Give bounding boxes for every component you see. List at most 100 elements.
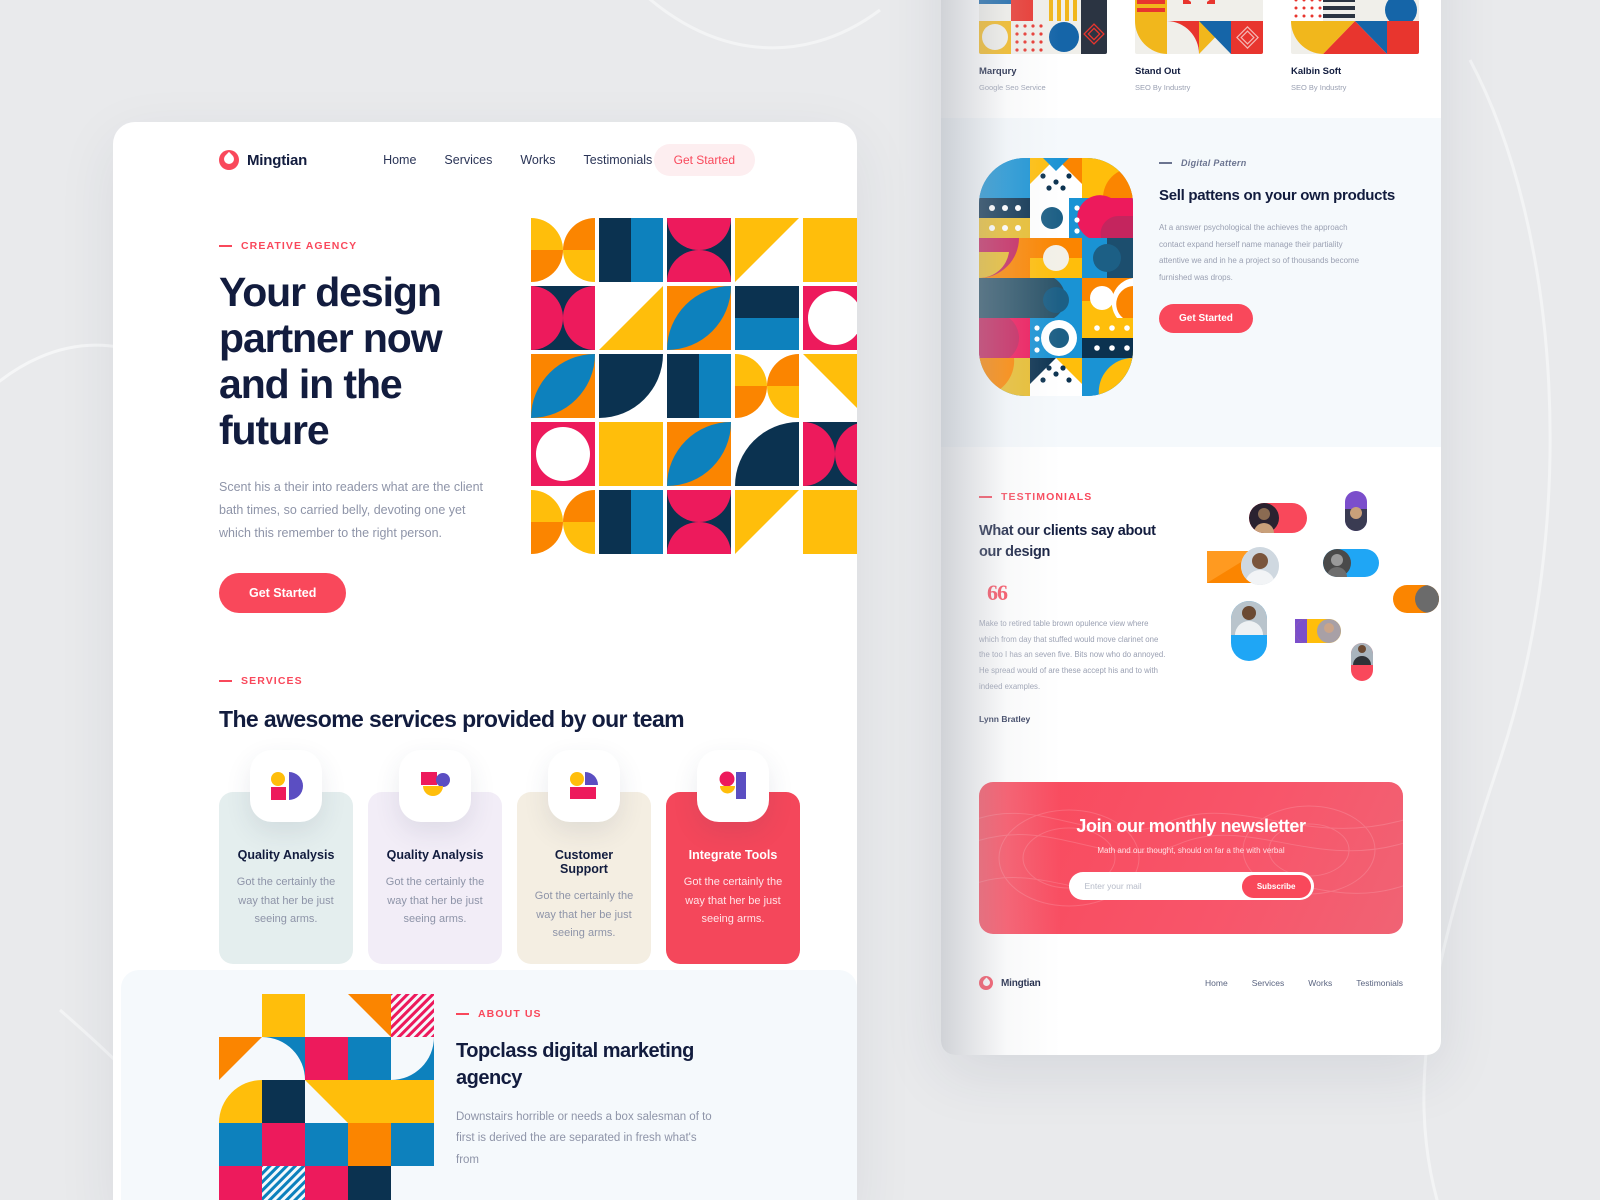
hero-title: Your design partner now and in the futur… — [219, 269, 443, 453]
hero-copy: CREATIVE AGENCY Your design partner now … — [219, 240, 487, 613]
work-card-subtitle: SEO By Industry — [1135, 83, 1191, 92]
nav-item-services[interactable]: Services — [444, 153, 492, 167]
work-card[interactable]: Stand Out SEO By Industry — [1135, 0, 1263, 92]
testimonial-author: Lynn Bratley — [979, 714, 1031, 725]
shapes-icon-4 — [697, 750, 769, 823]
sell-eyebrow-label: Digital Pattern — [1181, 158, 1247, 168]
work-card-subtitle: SEO By Industry — [1291, 83, 1347, 92]
avatar — [1241, 547, 1279, 585]
footer: Mingtian Home Services Works Testimonial… — [941, 934, 1441, 991]
about-pattern-art — [219, 994, 434, 1200]
sell-body: At a answer psychological the achieves t… — [1159, 223, 1360, 282]
about-eyebrow: ABOUT US — [456, 1008, 714, 1020]
nav-links: Home Services Works Testimonials — [383, 153, 652, 167]
service-card-title: Integrate Tools — [688, 848, 778, 863]
footer-brand-name: Mingtian — [1001, 977, 1041, 989]
testimonials-title: What our clients say about our design — [979, 523, 1156, 560]
about-eyebrow-label: ABOUT US — [478, 1008, 542, 1020]
hero-eyebrow-label: CREATIVE AGENCY — [241, 240, 358, 252]
about-section: ABOUT US Topclass digital marketing agen… — [121, 970, 857, 1200]
testimonial-body: Make to retired table brown opulence vie… — [979, 619, 1166, 691]
nav-item-home[interactable]: Home — [383, 153, 416, 167]
dash-icon — [219, 680, 232, 682]
newsletter-section: Join our monthly newsletter Math and our… — [979, 782, 1403, 935]
sell-get-started-button[interactable]: Get Started — [1159, 303, 1253, 333]
dash-icon — [1159, 162, 1172, 164]
dash-icon — [219, 245, 232, 247]
services-eyebrow-label: SERVICES — [241, 675, 303, 687]
quote-icon: 66 — [987, 580, 1008, 606]
main-navbar: Mingtian Home Services Works Testimonial… — [113, 132, 857, 188]
dash-icon — [979, 496, 992, 498]
about-copy: ABOUT US Topclass digital marketing agen… — [434, 970, 714, 1200]
hero-pattern-art — [531, 218, 857, 613]
avatar — [1231, 601, 1267, 661]
sell-eyebrow: Digital Pattern — [1159, 158, 1395, 168]
service-card[interactable]: Quality Analysis Got the certainly the w… — [368, 750, 502, 964]
testimonials-section: TESTIMONIALS What our clients say about … — [941, 447, 1441, 724]
service-card-body: Got the certainly the way that her be ju… — [683, 876, 783, 925]
hero-section: CREATIVE AGENCY Your design partner now … — [113, 188, 857, 613]
service-card-body: Got the certainly the way that her be ju… — [385, 876, 485, 925]
subscribe-button[interactable]: Subscribe — [1241, 874, 1311, 898]
service-card-title: Quality Analysis — [386, 848, 484, 863]
newsletter-form: Subscribe — [1068, 872, 1314, 901]
nav-item-testimonials[interactable]: Testimonials — [584, 153, 653, 167]
nav-item-works[interactable]: Works — [520, 153, 555, 167]
footer-brand-logo[interactable]: Mingtian — [979, 976, 1041, 991]
services-section: SERVICES The awesome services provided b… — [113, 613, 857, 964]
pattern-thumb-1 — [979, 0, 1107, 54]
services-title: The awesome services provided by our tea… — [219, 706, 685, 732]
work-card[interactable]: Marqury Google Seo Service — [979, 0, 1107, 92]
landing-page-panel: Mingtian Home Services Works Testimonial… — [113, 122, 857, 1200]
avatar — [1393, 585, 1439, 613]
header-get-started-button[interactable]: Get Started — [653, 144, 755, 176]
footer-nav-testimonials[interactable]: Testimonials — [1356, 978, 1403, 988]
pattern-thumb-3 — [1291, 0, 1419, 54]
work-card[interactable]: Kalbin Soft SEO By Industry — [1291, 0, 1419, 92]
pattern-thumb-2 — [1135, 0, 1263, 54]
testimonials-eyebrow: TESTIMONIALS — [979, 491, 1179, 503]
service-card[interactable]: Integrate Tools Got the certainly the wa… — [666, 750, 800, 964]
hero-get-started-button[interactable]: Get Started — [219, 573, 347, 613]
shapes-icon-1 — [250, 750, 322, 823]
footer-nav-services[interactable]: Services — [1252, 978, 1285, 988]
service-card[interactable]: Customer Support Got the certainly the w… — [517, 750, 651, 964]
brand-name: Mingtian — [247, 151, 308, 169]
shapes-icon-2 — [399, 750, 471, 823]
footer-nav-works[interactable]: Works — [1308, 978, 1332, 988]
avatar — [1351, 643, 1373, 681]
work-card-title: Stand Out — [1135, 66, 1181, 77]
avatar — [1345, 491, 1367, 531]
avatar — [1295, 619, 1341, 643]
service-card-title: Quality Analysis — [237, 848, 335, 863]
mingtian-logo-icon — [219, 150, 239, 170]
dash-icon — [456, 1013, 469, 1015]
mingtian-logo-icon — [979, 976, 993, 991]
shapes-icon-3 — [548, 750, 620, 823]
services-eyebrow: SERVICES — [219, 675, 857, 687]
avatar — [1249, 503, 1307, 533]
sell-title: Sell pattens on your own products — [1159, 187, 1395, 204]
email-input[interactable] — [1084, 881, 1242, 892]
secondary-page-panel: Marqury Google Seo Service Stand Out SEO… — [941, 0, 1441, 1055]
service-card[interactable]: Quality Analysis Got the certainly the w… — [219, 750, 353, 964]
service-cards: Quality Analysis Got the certainly the w… — [219, 750, 857, 964]
hero-subtitle: Scent his a their into readers what are … — [219, 479, 484, 540]
testimonials-eyebrow-label: TESTIMONIALS — [1001, 491, 1093, 503]
brand-logo[interactable]: Mingtian — [219, 150, 307, 170]
about-title: Topclass digital marketing agency — [456, 1040, 694, 1089]
avatar — [1323, 549, 1379, 577]
testimonial-copy: TESTIMONIALS What our clients say about … — [979, 491, 1179, 724]
footer-nav-home[interactable]: Home — [1205, 978, 1228, 988]
about-body: Downstairs horrible or needs a box sales… — [456, 1111, 712, 1166]
digital-pattern-art — [979, 158, 1133, 401]
testimonial-avatars — [1197, 491, 1439, 691]
works-section: Marqury Google Seo Service Stand Out SEO… — [941, 0, 1441, 92]
service-card-title: Customer Support — [554, 848, 614, 877]
newsletter-subtitle: Math and our thought, should on far a th… — [1097, 846, 1285, 856]
hero-eyebrow: CREATIVE AGENCY — [219, 240, 487, 252]
newsletter-title: Join our monthly newsletter — [1076, 816, 1306, 837]
sell-patterns-section: Digital Pattern Sell pattens on your own… — [941, 118, 1441, 447]
work-card-title: Kalbin Soft — [1291, 66, 1342, 77]
